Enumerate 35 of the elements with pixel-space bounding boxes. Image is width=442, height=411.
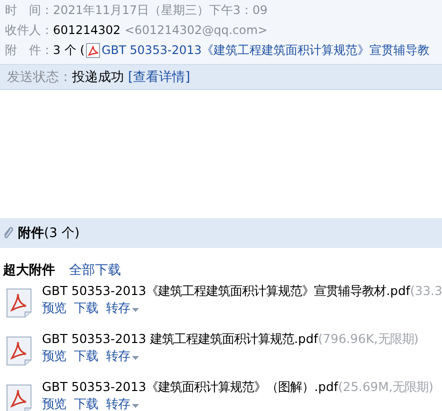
paperclip-icon (2, 226, 14, 240)
action-link[interactable]: 预览 (42, 348, 66, 365)
caret-icon (132, 356, 139, 360)
field-label: 附 件： (5, 42, 53, 59)
attachments-count: (3 个) (44, 225, 80, 242)
pdf-file-icon (6, 384, 32, 411)
date-text: 2021年11月17日（星期三）下午3：09 (53, 2, 268, 19)
action-link[interactable]: 下载 (74, 396, 98, 411)
details-link[interactable]: [查看详情] (128, 68, 190, 86)
action-link[interactable]: 下载 (74, 300, 98, 317)
pdf-file-icon (6, 336, 32, 366)
save-menu[interactable]: 转存 (106, 300, 139, 317)
status-value: 投递成功 (72, 69, 124, 86)
attachment-count: 3 个 ( (53, 42, 85, 59)
field-label: 收件人： (5, 22, 53, 39)
action-link[interactable]: 预览 (42, 300, 66, 317)
download-all-link[interactable]: 全部下载 (69, 261, 121, 279)
recipient-name: 601214302 (53, 22, 121, 39)
caret-icon (132, 404, 139, 408)
attachment-link[interactable]: GBT 50353-2013《建筑工程建筑面积计算规范》宣贯辅导教 (102, 40, 430, 60)
attachments-title: 附件 (18, 225, 44, 242)
file-name[interactable]: GBT 50353-2013 建筑工程建筑面积计算规范.pdf(796.96K,无限期) (42, 331, 419, 348)
action-link[interactable]: 预览 (42, 396, 66, 411)
caret-icon (132, 308, 139, 312)
recipient-address: <601214302@qq.com> (124, 22, 268, 39)
save-menu[interactable]: 转存 (106, 348, 139, 365)
file-name[interactable]: GBT 50353-2013《建筑面积计算规范》（图解）.pdf(25.69M,无限期) (42, 379, 434, 396)
group-title: 超大附件 (3, 262, 55, 279)
action-link[interactable]: 下载 (74, 348, 98, 365)
pdf-file-icon (6, 288, 32, 318)
pdf-icon (86, 42, 100, 58)
file-name[interactable]: GBT 50353-2013《建筑工程建筑面积计算规范》宣贯辅导教材.pdf(33.3 (42, 283, 442, 300)
status-label: 发送状态： (7, 69, 72, 86)
save-menu[interactable]: 转存 (106, 396, 139, 411)
field-label: 时 间： (5, 2, 53, 19)
